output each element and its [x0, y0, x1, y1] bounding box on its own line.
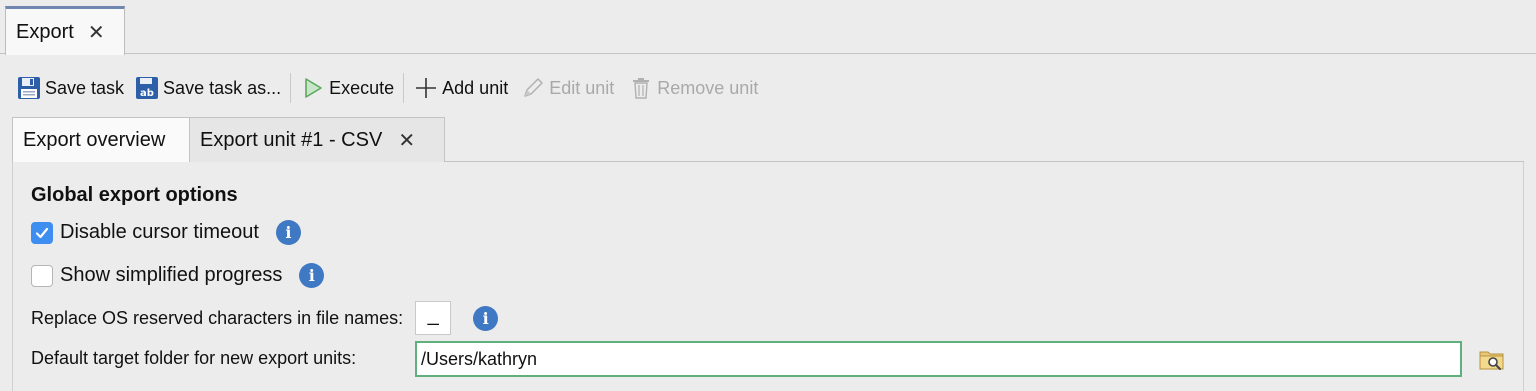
plus-icon: [413, 75, 439, 101]
execute-label: Execute: [329, 77, 395, 98]
toolbar: Save task ab Save task as... Execute Add…: [0, 68, 1536, 108]
replace-chars-row: Replace OS reserved characters in file n…: [31, 301, 499, 335]
toolbar-separator: [403, 73, 405, 103]
edit-unit-button[interactable]: Edit unit: [520, 70, 614, 106]
show-simplified-progress-row: Show simplified progress i: [31, 263, 325, 288]
replace-chars-input[interactable]: _: [415, 301, 452, 335]
tab-export-unit-label: Export unit #1 - CSV: [200, 128, 383, 151]
toolbar-separator: [290, 73, 292, 103]
save-as-icon-text: ab: [140, 88, 154, 99]
tab-export-overview-label: Export overview: [23, 129, 166, 151]
remove-unit-button[interactable]: Remove unit: [628, 70, 758, 106]
play-icon: [300, 75, 326, 101]
folder-search-icon: [1479, 351, 1504, 370]
tab-export-label: Export: [16, 20, 74, 43]
target-folder-label: Default target folder for new export uni…: [31, 348, 357, 368]
browse-folder-button[interactable]: [1478, 346, 1506, 374]
save-task-as-button[interactable]: ab Save task as...: [134, 70, 281, 106]
replace-chars-label: Replace OS reserved characters in file n…: [31, 307, 404, 328]
info-icon[interactable]: i: [299, 263, 325, 288]
tab-export-overview[interactable]: Export overview: [12, 117, 190, 163]
show-simplified-progress-label: Show simplified progress: [60, 264, 283, 286]
floppy-disk-icon: [16, 75, 42, 101]
disable-cursor-timeout-row: Disable cursor timeout i: [31, 220, 301, 245]
section-title: Global export options: [31, 184, 238, 206]
editor-tab-strip: Export ✕: [0, 0, 1536, 55]
tab-export-unit-1-csv[interactable]: Export unit #1 - CSV ✕: [189, 117, 445, 162]
close-icon[interactable]: ✕: [398, 128, 415, 153]
show-simplified-progress-checkbox[interactable]: [31, 264, 53, 287]
remove-unit-label: Remove unit: [657, 77, 759, 98]
edit-unit-label: Edit unit: [549, 77, 615, 98]
save-task-as-label: Save task as...: [163, 77, 282, 98]
save-task-button[interactable]: Save task: [16, 70, 124, 106]
info-icon[interactable]: i: [473, 305, 499, 331]
target-folder-input[interactable]: /Users/kathryn: [415, 341, 1462, 377]
close-icon[interactable]: ✕: [88, 20, 105, 45]
add-unit-button[interactable]: Add unit: [413, 70, 508, 106]
info-icon[interactable]: i: [275, 220, 301, 245]
checkmark-icon: [35, 227, 49, 238]
save-task-label: Save task: [45, 77, 125, 98]
trash-icon: [628, 75, 654, 101]
tab-export[interactable]: Export ✕: [5, 6, 125, 55]
execute-button[interactable]: Execute: [300, 70, 394, 106]
disable-cursor-timeout-label: Disable cursor timeout: [60, 221, 259, 243]
pencil-icon: [520, 75, 546, 101]
add-unit-label: Add unit: [442, 77, 509, 98]
floppy-disk-ab-icon: ab: [134, 75, 160, 101]
target-folder-row: Default target folder for new export uni…: [31, 348, 356, 369]
export-tab-bar: Export overview Export unit #1 - CSV ✕: [12, 117, 1524, 163]
disable-cursor-timeout-checkbox[interactable]: [31, 221, 53, 244]
export-overview-panel: Global export options Disable cursor tim…: [12, 162, 1524, 391]
